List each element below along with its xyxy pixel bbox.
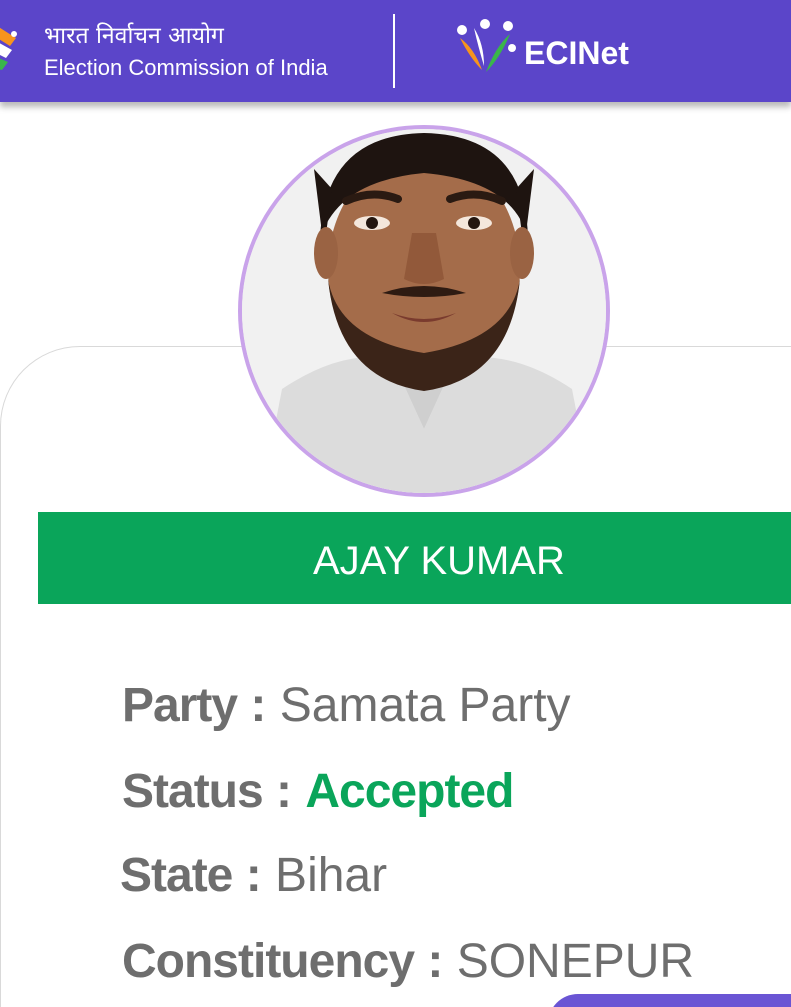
candidate-profile-page: भारत निर्वाचन आयोग Election Commission o…: [0, 0, 791, 1007]
candidate-name: AJAY KUMAR: [313, 539, 565, 583]
header-divider: [393, 14, 395, 88]
detail-label: Status: [122, 765, 264, 818]
detail-label: State: [120, 849, 233, 902]
ecinet-brand-text: ECINet: [524, 35, 629, 71]
hindi-org-name: भारत निर्वाचन आयोग: [44, 23, 224, 49]
candidate-name-banner: AJAY KUMAR: [38, 512, 791, 604]
detail-label: Constituency: [122, 935, 415, 988]
detail-separator: :: [250, 679, 280, 732]
detail-row-status: Status : Accepted: [122, 764, 514, 819]
status-value: Accepted: [305, 765, 514, 818]
detail-value: SONEPUR: [456, 935, 695, 988]
detail-row-constituency: Constituency : SONEPUR: [122, 934, 694, 989]
ecinet-logo-icon: [457, 19, 516, 72]
detail-separator: :: [427, 935, 457, 988]
detail-row-state: State : Bihar: [120, 848, 387, 903]
detail-label: Party: [122, 679, 238, 732]
candidate-photo-frame: [238, 125, 610, 497]
bottom-action-button[interactable]: [548, 994, 791, 1007]
eci-logo-icon: [0, 27, 17, 70]
detail-separator: :: [276, 765, 306, 818]
app-header: भारत निर्वाचन आयोग Election Commission o…: [0, 0, 791, 102]
detail-separator: :: [245, 849, 276, 902]
detail-row-party: Party : Samata Party: [122, 678, 571, 733]
detail-value: Bihar: [275, 849, 388, 902]
english-org-name: Election Commission of India: [44, 55, 328, 80]
candidate-photo: [242, 129, 606, 493]
detail-value: Samata Party: [279, 679, 571, 732]
